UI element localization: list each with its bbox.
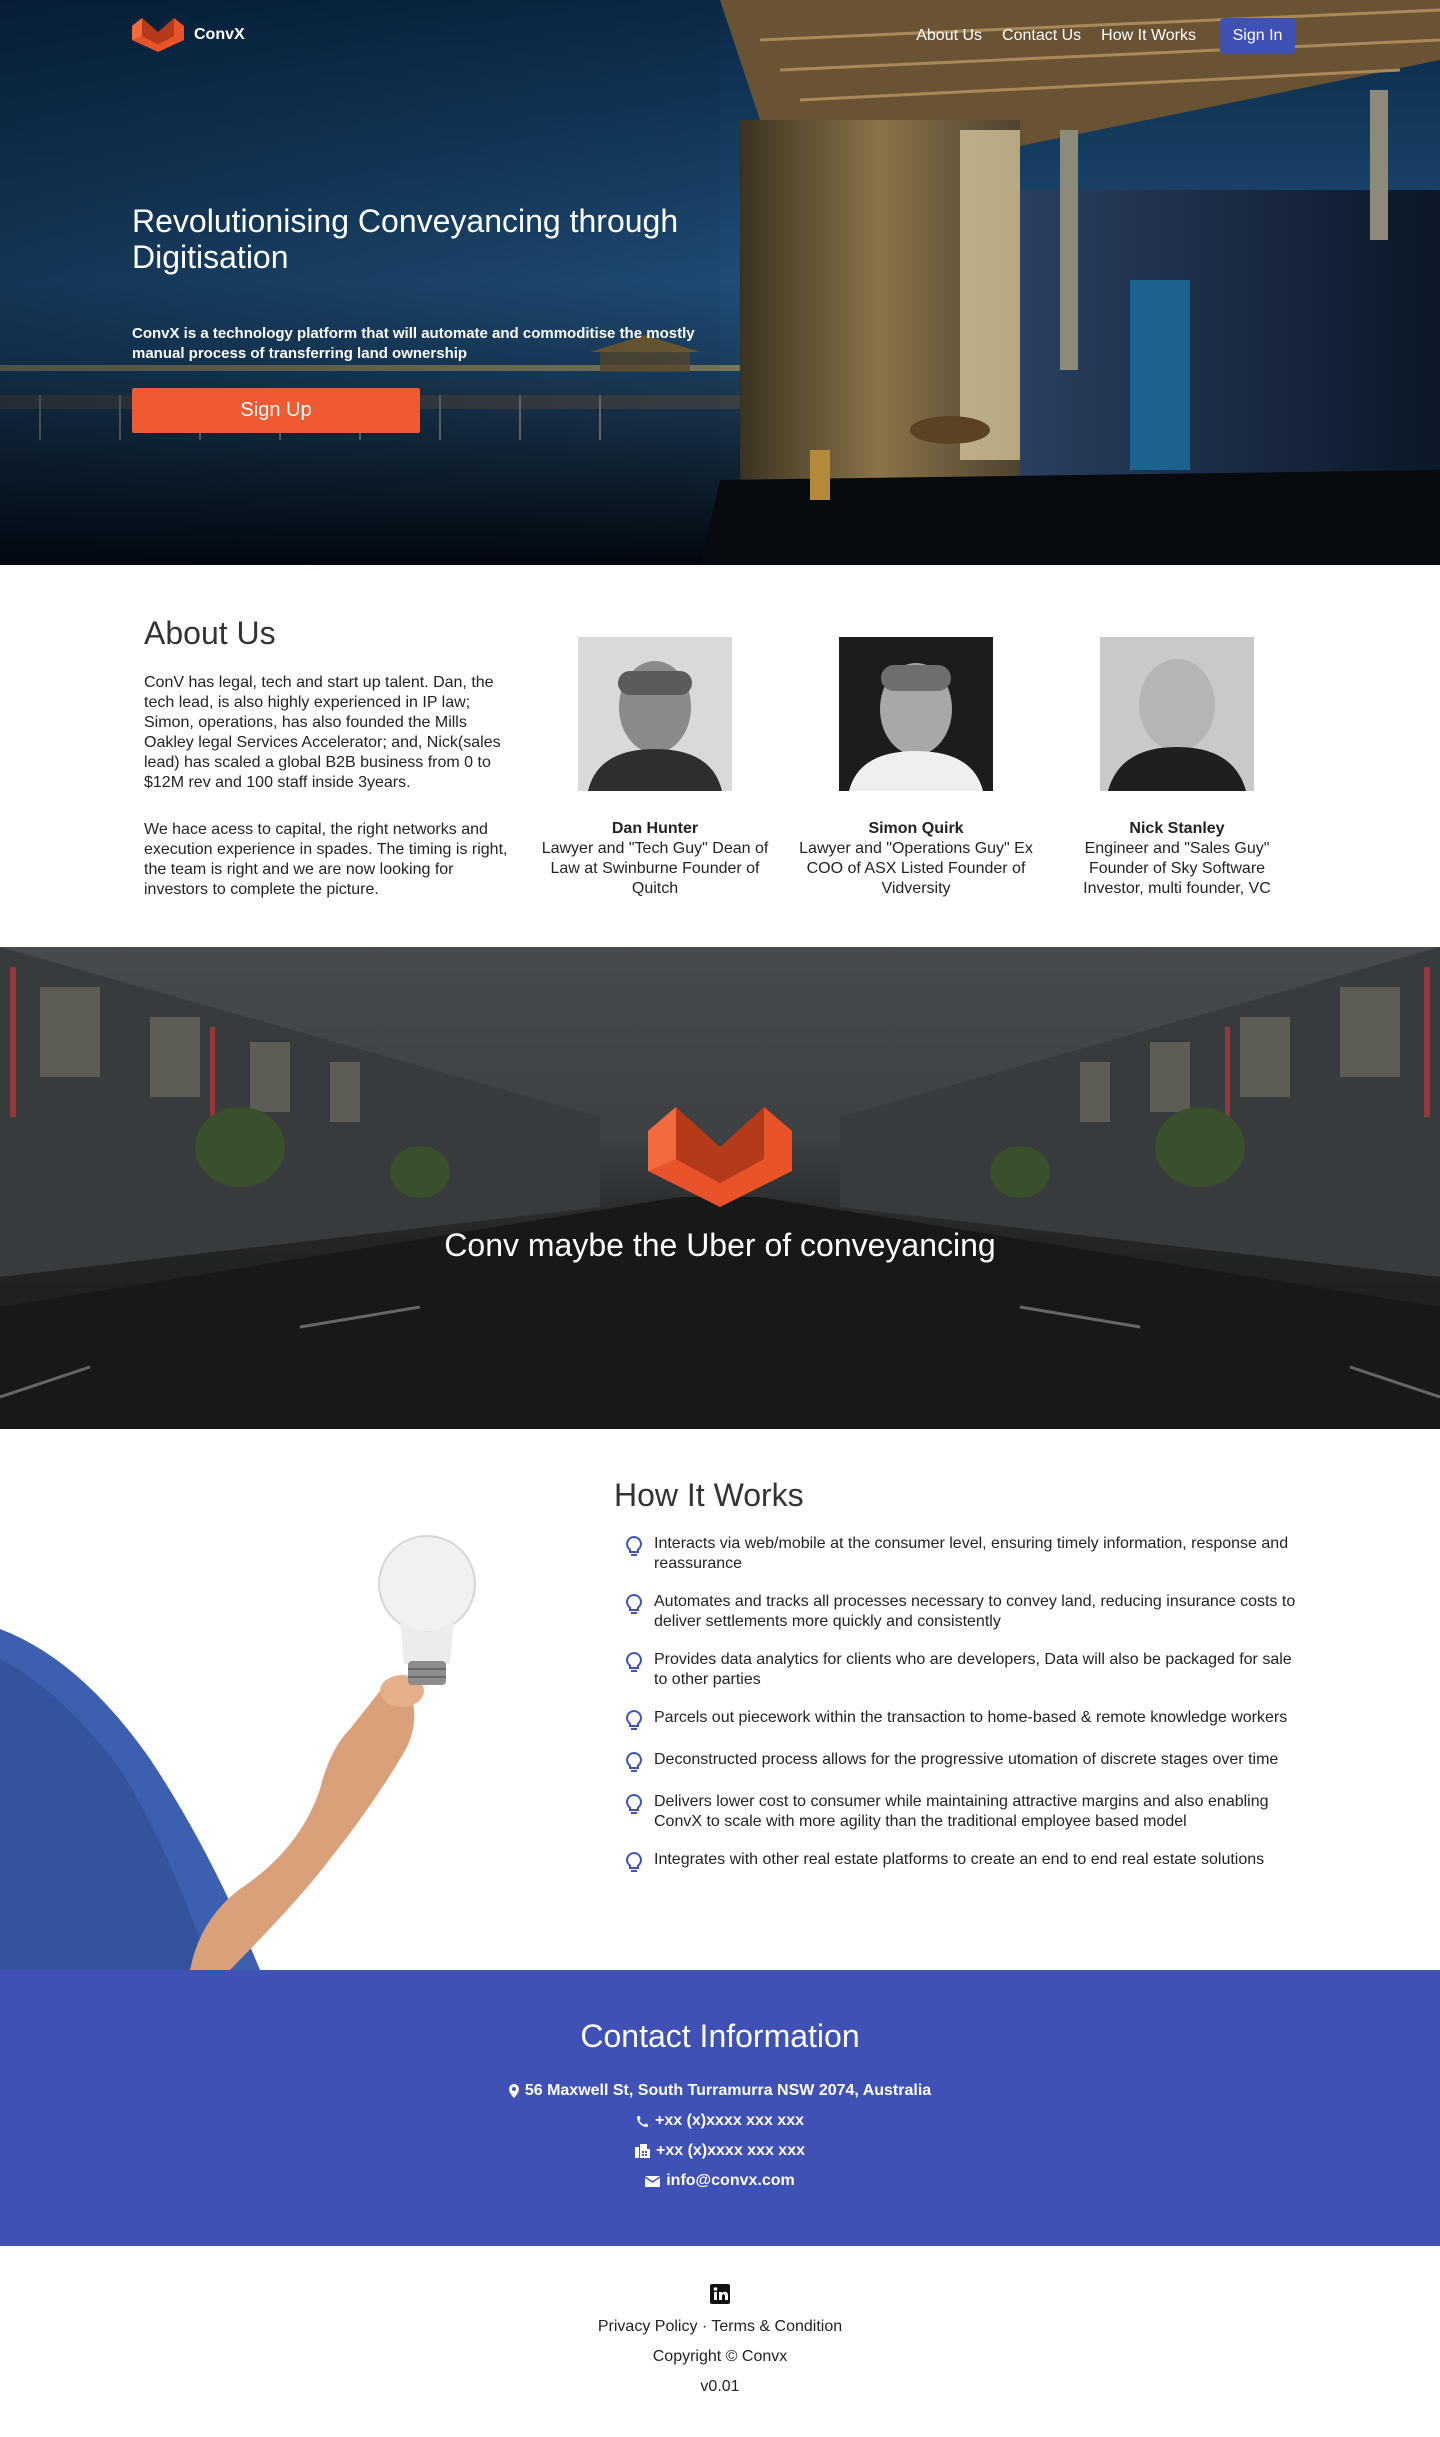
list-item: Delivers lower cost to consumer while ma… <box>622 1792 1302 1832</box>
privacy-policy-link[interactable]: Privacy Policy <box>598 2318 698 2335</box>
contact-title: Contact Information <box>580 2018 860 2054</box>
list-item: Parcels out piecework within the transac… <box>622 1708 1302 1732</box>
convx-logo-large-icon <box>648 1107 792 1207</box>
team-member-name: Dan Hunter <box>611 820 699 837</box>
hero-subtitle: ConvX is a technology platform that will… <box>132 325 695 362</box>
about-title: About Us <box>144 615 276 651</box>
team-member-card: Simon Quirk Lawyer and "Operations Guy" … <box>796 637 1036 899</box>
list-item: Interacts via web/mobile at the consumer… <box>622 1534 1302 1574</box>
footer-links: Privacy Policy · Terms & Condition <box>0 2318 1440 2336</box>
about-section: About Us ConV has legal, tech and start … <box>0 565 1440 947</box>
about-paragraph: We hace acess to capital, the right netw… <box>144 821 508 898</box>
list-item: Integrates with other real estate platfo… <box>622 1850 1302 1874</box>
list-item: Automates and tracks all processes neces… <box>622 1592 1302 1632</box>
hero-overlay <box>0 0 720 565</box>
linkedin-icon[interactable] <box>710 2284 730 2304</box>
map-marker-icon <box>508 2084 519 2098</box>
hero-title: Revolutionising Conveyancing through Dig… <box>132 203 679 275</box>
lightbulb-icon <box>626 1594 642 1614</box>
team-member-description: Lawyer and "Tech Guy" Dean of Law at Swi… <box>541 840 769 897</box>
lightbulb-icon <box>626 1710 642 1730</box>
footer-version: v0.01 <box>700 2378 740 2395</box>
list-item-text: Automates and tracks all processes neces… <box>654 1593 1296 1630</box>
nav-links: About Us Contact Us How It Works Sign In <box>906 18 1295 54</box>
nav-how-it-works-link[interactable]: How It Works <box>1091 18 1206 54</box>
contact-email: info@convx.com <box>0 2172 1440 2190</box>
convx-logo-icon <box>132 18 184 52</box>
brand-name: ConvX <box>194 26 245 43</box>
contact-section: Contact Information 56 Maxwell St, South… <box>0 1970 1440 2246</box>
list-item-text: Parcels out piecework within the transac… <box>654 1709 1288 1726</box>
contact-phone-text[interactable]: +xx (x)xxxx xxx xxx <box>655 2112 804 2130</box>
lightbulb-icon <box>626 1752 642 1772</box>
list-item: Provides data analytics for clients who … <box>622 1650 1302 1690</box>
lightbulb-icon <box>626 1536 642 1556</box>
list-item: Deconstructed process allows for the pro… <box>622 1750 1302 1774</box>
how-it-works-section: How It Works Interacts via web/mobile at… <box>0 1429 1440 1970</box>
tagline-text: Conv maybe the Uber of conveyancing <box>444 1227 996 1263</box>
hero-section: ConvX About Us Contact Us How It Works S… <box>0 0 1440 565</box>
footer-separator: · <box>701 2318 708 2335</box>
hand-holding-lightbulb-image <box>0 1535 476 1970</box>
team-member-description: Engineer and "Sales Guy" Founder of Sky … <box>1083 840 1271 897</box>
team-member-photo <box>1100 637 1254 791</box>
contact-phone: +xx (x)xxxx xxx xxx <box>0 2112 1440 2130</box>
contact-address: 56 Maxwell St, South Turramurra NSW 2074… <box>0 2082 1440 2100</box>
fax-icon <box>634 2144 650 2158</box>
nav-about-us-link[interactable]: About Us <box>906 18 992 54</box>
nav-contact-us-link[interactable]: Contact Us <box>992 18 1091 54</box>
list-item-text: Integrates with other real estate platfo… <box>654 1851 1265 1868</box>
tagline-section: Conv maybe the Uber of conveyancing <box>0 947 1440 1429</box>
lightbulb-icon <box>626 1652 642 1672</box>
top-navbar: ConvX About Us Contact Us How It Works S… <box>0 0 1440 72</box>
lightbulb-icon <box>626 1852 642 1872</box>
about-paragraph: ConV has legal, tech and start up talent… <box>144 674 501 791</box>
list-item-text: Interacts via web/mobile at the consumer… <box>654 1535 1289 1572</box>
contact-address-text: 56 Maxwell St, South Turramurra NSW 2074… <box>524 2082 932 2099</box>
team-member-photo <box>839 637 993 791</box>
terms-condition-link[interactable]: Terms & Condition <box>711 2318 842 2335</box>
team-member-card: Nick Stanley Engineer and "Sales Guy" Fo… <box>1057 637 1297 899</box>
sign-up-button[interactable]: Sign Up <box>132 388 420 433</box>
team-member-description: Lawyer and "Operations Guy" Ex COO of AS… <box>799 840 1033 897</box>
contact-fax-text: +xx (x)xxxx xxx xxx <box>655 2142 805 2159</box>
brand[interactable]: ConvX <box>132 18 245 52</box>
contact-email-text[interactable]: info@convx.com <box>666 2172 795 2190</box>
list-item-text: Delivers lower cost to consumer while ma… <box>654 1793 1269 1830</box>
how-it-works-title: How It Works <box>614 1477 804 1513</box>
footer: Privacy Policy · Terms & Condition Copyr… <box>0 2246 1440 2437</box>
phone-icon <box>636 2115 648 2127</box>
contact-fax: +xx (x)xxxx xxx xxx <box>0 2142 1440 2160</box>
list-item-text: Deconstructed process allows for the pro… <box>654 1751 1279 1768</box>
lightbulb-icon <box>626 1794 642 1814</box>
footer-social <box>0 2284 1440 2309</box>
team-member-photo <box>578 637 732 791</box>
footer-copyright: Copyright © Convx <box>652 2348 788 2365</box>
team-member-name: Nick Stanley <box>1129 820 1225 837</box>
how-it-works-list: Interacts via web/mobile at the consumer… <box>622 1534 1302 1892</box>
list-item-text: Provides data analytics for clients who … <box>654 1651 1292 1688</box>
envelope-icon <box>645 2175 661 2187</box>
sign-in-button[interactable]: Sign In <box>1220 18 1295 54</box>
team-member-card: Dan Hunter Lawyer and "Tech Guy" Dean of… <box>535 637 775 899</box>
team-member-name: Simon Quirk <box>868 820 964 837</box>
